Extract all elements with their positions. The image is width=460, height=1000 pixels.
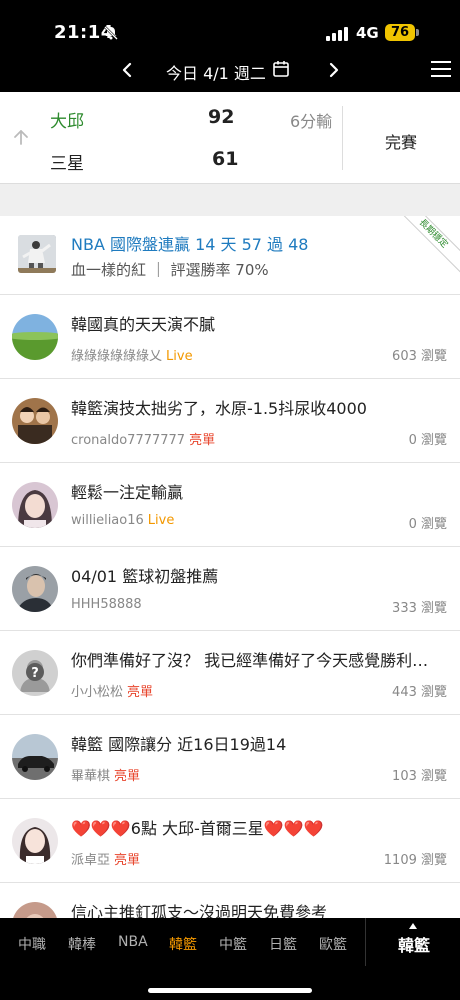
avatar — [12, 818, 58, 864]
tab-cpbl[interactable]: 中職 — [18, 934, 46, 954]
post-tag: Live — [166, 349, 193, 364]
post-author: cronaldo7777777 — [71, 433, 186, 448]
signal-icon — [326, 27, 348, 41]
post-meta: willieliao16 Live — [71, 513, 174, 528]
post-meta: HHH58888 — [71, 597, 146, 612]
featured-subtitle: 血一樣的紅 ｜ 評選勝率 70% — [71, 261, 269, 279]
tab-kbl[interactable]: 韓籃 — [169, 934, 197, 954]
post-tag: 亮單 — [189, 433, 216, 448]
team-away-name: 三星 — [50, 154, 84, 174]
tab-nba[interactable]: NBA — [118, 934, 148, 950]
arrow-up-icon — [14, 130, 28, 145]
tab-cba[interactable]: 中籃 — [219, 934, 247, 954]
date-label[interactable]: 今日 4/1 週二 — [166, 60, 266, 84]
avatar — [12, 314, 58, 360]
post-meta: 畢華棋 亮單 — [71, 765, 140, 784]
chevron-right-icon[interactable] — [322, 58, 346, 82]
post-tag: Live — [147, 513, 175, 528]
view-count: 0 瀏覽 — [408, 433, 447, 448]
post-title: 輕鬆一注定輸贏 — [71, 483, 184, 502]
tab-divider — [365, 918, 366, 966]
post-author: 小小松松 — [71, 685, 124, 700]
avatar — [12, 398, 58, 444]
network-type: 4G — [356, 24, 379, 42]
home-indicator — [148, 988, 312, 993]
view-count: 603 瀏覽 — [392, 349, 447, 364]
divider — [342, 106, 343, 170]
post-author: willieliao16 — [71, 513, 144, 528]
game-status: 完賽 — [385, 133, 418, 152]
post-meta: cronaldo7777777 亮單 — [71, 429, 215, 448]
battery-tip — [416, 29, 419, 36]
team-away-score: 61 — [212, 148, 239, 170]
post-title: 韓國真的天天演不膩 — [71, 315, 216, 334]
corner-ribbon: 長期穩定 — [388, 216, 460, 279]
avatar — [12, 566, 58, 612]
caret-up-icon — [409, 923, 417, 929]
post-tag: 亮單 — [114, 853, 141, 868]
tab-bleague[interactable]: 日籃 — [269, 934, 297, 954]
battery-icon: 76 — [385, 24, 415, 41]
list-item[interactable]: 韓國真的天天演不膩 綠綠綠綠綠綠乂 Live 603 瀏覽 — [0, 295, 460, 379]
team-home-name: 大邱 — [50, 112, 84, 132]
post-author: 綠綠綠綠綠綠乂 — [71, 349, 163, 364]
team-home-score: 92 — [208, 106, 235, 128]
list-item[interactable]: 韓籃 國際讓分 近16日19過14 畢華棋 亮單 103 瀏覽 — [0, 715, 460, 799]
section-gap — [0, 184, 460, 216]
bell-muted-icon — [104, 26, 118, 40]
view-count: 333 瀏覽 — [392, 601, 447, 616]
tab-kbo[interactable]: 韓棒 — [68, 934, 96, 954]
tab-euroleague[interactable]: 歐籃 — [319, 934, 347, 954]
featured-title: NBA 國際盤連贏 14 天 57 過 48 — [71, 235, 309, 254]
featured-thumbnail — [18, 235, 56, 273]
post-title: 你們準備好了沒？ 我已經準備好了今天感覺勝利… — [71, 651, 429, 670]
status-bar: 21:14 4G 76 — [0, 0, 460, 52]
post-tag: 亮單 — [127, 685, 154, 700]
game-score-card[interactable]: 大邱 92 三星 61 6分輸 完賽 — [0, 92, 460, 184]
view-count: 1109 瀏覽 — [383, 853, 447, 868]
featured-post[interactable]: NBA 國際盤連贏 14 天 57 過 48 血一樣的紅 ｜ 評選勝率 70% … — [0, 216, 460, 295]
spread-result: 6分輸 — [290, 112, 333, 131]
list-item[interactable]: 04/01 籃球初盤推薦 HHH58888 333 瀏覽 — [0, 547, 460, 631]
avatar — [12, 482, 58, 528]
post-title: 韓籃演技太拙劣了，水原-1.5抖尿收4000 — [71, 399, 367, 418]
list-item[interactable]: 韓籃演技太拙劣了，水原-1.5抖尿收4000 cronaldo7777777 亮單… — [0, 379, 460, 463]
list-item[interactable]: ❤️❤️❤️6點 大邱-首爾三星❤️❤️❤️ 派卓亞 亮單 1109 瀏覽 — [0, 799, 460, 883]
list-item[interactable]: 輕鬆一注定輸贏 willieliao16 Live 0 瀏覽 — [0, 463, 460, 547]
post-author: HHH58888 — [71, 597, 142, 612]
menu-icon[interactable] — [431, 60, 451, 78]
league-tab-bar: 中職 韓棒 NBA 韓籃 中籃 日籃 歐籃 韓籃 — [0, 918, 460, 1000]
view-count: 0 瀏覽 — [408, 517, 447, 532]
list-item[interactable]: ? 你們準備好了沒？ 我已經準備好了今天感覺勝利… 小小松松 亮單 443 瀏覽 — [0, 631, 460, 715]
post-meta: 小小松松 亮單 — [71, 681, 153, 700]
post-title: 04/01 籃球初盤推薦 — [71, 567, 219, 586]
post-author: 派卓亞 — [71, 853, 111, 868]
avatar — [12, 734, 58, 780]
chevron-left-icon[interactable] — [115, 58, 139, 82]
svg-text:?: ? — [31, 666, 39, 681]
avatar: ? — [12, 650, 58, 696]
view-count: 103 瀏覽 — [392, 769, 447, 784]
view-count: 443 瀏覽 — [392, 685, 447, 700]
calendar-icon[interactable] — [272, 60, 290, 78]
date-navigation: 今日 4/1 週二 — [0, 52, 460, 92]
post-author: 畢華棋 — [71, 769, 111, 784]
post-meta: 派卓亞 亮單 — [71, 849, 140, 868]
post-title: 韓籃 國際讓分 近16日19過14 — [71, 735, 287, 754]
league-selector[interactable]: 韓籃 — [398, 932, 430, 956]
post-tag: 亮單 — [114, 769, 141, 784]
post-meta: 綠綠綠綠綠綠乂 Live — [71, 345, 193, 364]
post-title: ❤️❤️❤️6點 大邱-首爾三星❤️❤️❤️ — [71, 819, 324, 838]
